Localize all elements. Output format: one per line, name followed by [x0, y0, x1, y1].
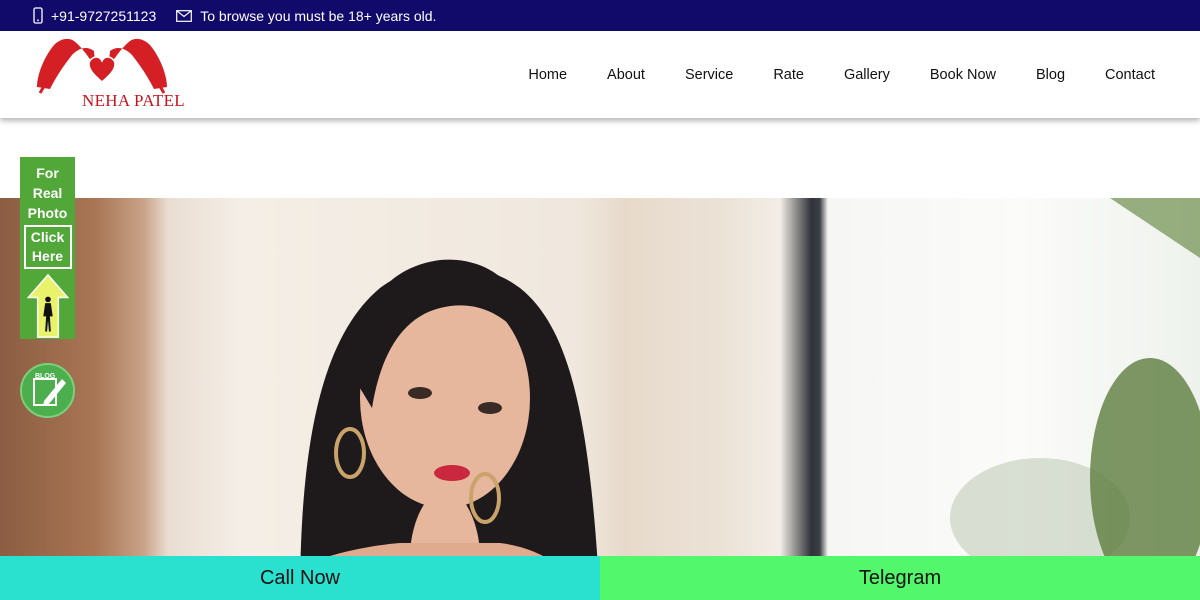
hero-image [0, 198, 1200, 600]
nav-service[interactable]: Service [685, 67, 733, 83]
phone-contact[interactable]: +91-9727251123 [33, 7, 156, 24]
top-bar: +91-9727251123 To browse you must be 18+… [0, 0, 1200, 31]
envelope-icon [176, 9, 193, 22]
arrow-up-silhouette-icon [26, 273, 69, 338]
promo-line: For [36, 165, 59, 181]
hero-portrait-illustration [250, 198, 1200, 600]
real-photo-text: For Real Photo [28, 163, 68, 223]
call-now-button[interactable]: Call Now [0, 556, 600, 600]
blog-pencil-icon: BLOG [32, 373, 66, 406]
age-notice: To browse you must be 18+ years old. [176, 8, 436, 24]
click-line: Here [31, 248, 64, 264]
nav-home[interactable]: Home [528, 67, 567, 83]
age-notice-text: To browse you must be 18+ years old. [200, 7, 437, 24]
nav-gallery[interactable]: Gallery [844, 67, 890, 83]
site-header: NEHA PATEL Home About Service Rate Galle… [0, 31, 1200, 118]
click-line: Click [30, 229, 65, 245]
blog-badge[interactable]: BLOG [20, 363, 75, 418]
nav-blog[interactable]: Blog [1036, 67, 1065, 83]
nav-about[interactable]: About [607, 67, 645, 83]
logo-heels-icon [37, 38, 167, 94]
real-photo-banner[interactable]: For Real Photo Click Here [20, 157, 75, 339]
site-logo[interactable]: NEHA PATEL [32, 35, 185, 115]
click-here-box[interactable]: Click Here [23, 225, 72, 269]
phone-number[interactable]: +91-9727251123 [51, 8, 156, 24]
bottom-action-bar: Call Now Telegram [0, 556, 1200, 600]
promo-line: Real [32, 185, 63, 201]
blog-badge-text: BLOG [35, 373, 56, 380]
nav-book-now[interactable]: Book Now [930, 67, 996, 83]
telegram-button[interactable]: Telegram [600, 556, 1200, 600]
promo-line: Photo [27, 205, 68, 221]
nav-contact[interactable]: Contact [1105, 67, 1155, 83]
main-nav: Home About Service Rate Gallery Book Now… [488, 31, 1155, 118]
logo-text: NEHA PATEL [82, 91, 185, 110]
mobile-phone-icon [33, 7, 43, 24]
nav-rate[interactable]: Rate [773, 67, 804, 83]
